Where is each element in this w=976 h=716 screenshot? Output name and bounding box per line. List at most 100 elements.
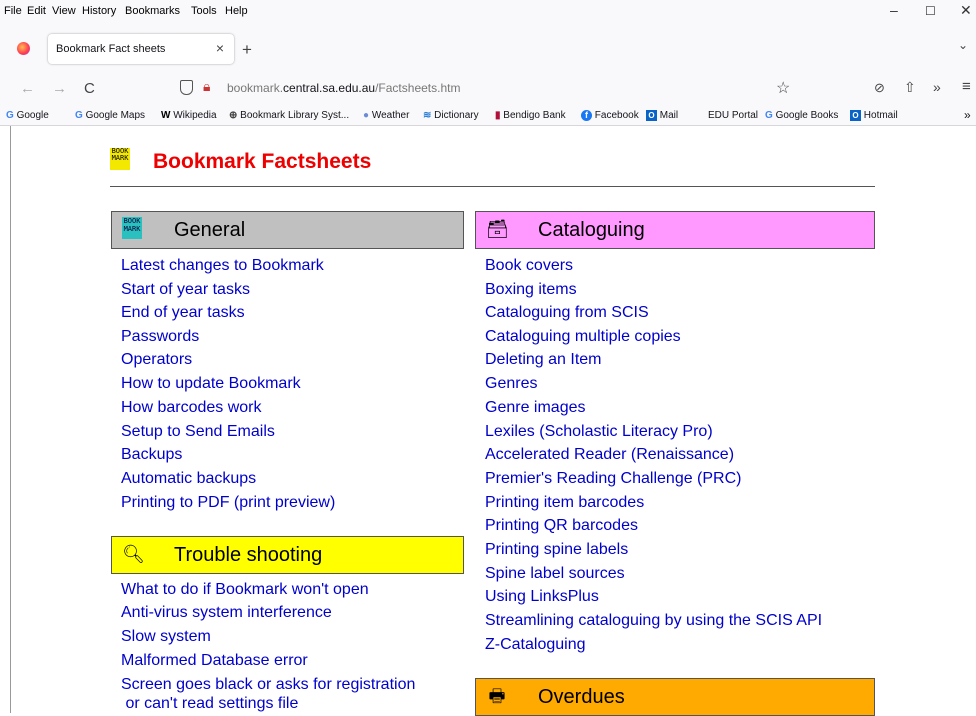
link-barcodes[interactable]: How barcodes work [121, 399, 262, 417]
section-trouble-title: Trouble shooting [174, 544, 323, 566]
bookmarks-overflow-icon[interactable]: » [964, 108, 971, 122]
bookmark-label: Bendigo Bank [503, 110, 566, 121]
wikipedia-icon: W [161, 110, 171, 121]
minimize-button[interactable]: – [890, 2, 898, 18]
bank-icon: ▮ [495, 110, 501, 121]
link-backups[interactable]: Backups [121, 446, 182, 464]
bookmarks-toolbar: G Google G Google Maps W Wikipedia ⊕ Boo… [0, 107, 976, 125]
bookmark-weather[interactable]: ● Weather [363, 110, 409, 121]
menu-view[interactable]: View [52, 5, 76, 17]
link-antivirus[interactable]: Anti-virus system interference [121, 604, 332, 622]
bookmark-bendigo-bank[interactable]: ▮ Bendigo Bank [495, 110, 566, 121]
tab-bookmark-fact-sheets[interactable]: Bookmark Fact sheets × [48, 34, 234, 64]
link-automatic-backups[interactable]: Automatic backups [121, 470, 256, 488]
bookmark-label: EDU Portal [708, 110, 759, 121]
bookmark-label: Facebook [594, 110, 639, 121]
menu-file[interactable]: File [4, 5, 22, 17]
link-printing-pdf[interactable]: Printing to PDF (print preview) [121, 494, 335, 512]
bookmark-facebook[interactable]: f Facebook [581, 110, 639, 121]
link-start-of-year[interactable]: Start of year tasks [121, 281, 250, 299]
menu-bookmarks[interactable]: Bookmarks [125, 5, 180, 17]
url-prefix: bookmark. [227, 81, 284, 95]
link-slow-system[interactable]: Slow system [121, 628, 211, 646]
link-qr-barcodes[interactable]: Printing QR barcodes [485, 517, 638, 535]
link-malformed-db[interactable]: Malformed Database error [121, 652, 308, 670]
link-screen-black[interactable]: Screen goes black or asks for registrati… [121, 676, 415, 694]
link-latest-changes[interactable]: Latest changes to Bookmark [121, 257, 324, 275]
link-update-bookmark[interactable]: How to update Bookmark [121, 375, 301, 393]
link-passwords[interactable]: Passwords [121, 328, 199, 346]
link-cataloguing-scis[interactable]: Cataloguing from SCIS [485, 304, 649, 322]
bookmark-mail[interactable]: O Mail [646, 110, 678, 121]
google-icon: G [765, 110, 773, 121]
app-menu-icon[interactable]: ≡ [962, 78, 971, 95]
link-boxing-items[interactable]: Boxing items [485, 281, 577, 299]
url-bar[interactable]: 🔒︎ bookmark.central.sa.edu.au/Factsheets… [170, 73, 818, 103]
link-linksplus[interactable]: Using LinksPlus [485, 588, 599, 606]
bookmark-dictionary[interactable]: ≋ Dictionary [423, 110, 479, 121]
link-settings-file[interactable]: or can't read settings file [121, 695, 298, 713]
tab-strip: Bookmark Fact sheets × + ⌄ [0, 30, 976, 68]
browser-chrome: File Edit View History Bookmarks Tools H… [0, 0, 976, 126]
magnifier-icon: 🔍︎ [122, 544, 145, 564]
close-tab-icon[interactable]: × [216, 40, 224, 56]
share-icon[interactable]: ⇧ [904, 79, 916, 96]
overflow-icon[interactable]: » [933, 79, 941, 95]
section-general-header: BOOK MARK General [111, 211, 464, 249]
url-path: /Factsheets.htm [375, 81, 461, 95]
bookmark-google[interactable]: G Google [6, 110, 49, 121]
link-accelerated-reader[interactable]: Accelerated Reader (Renaissance) [485, 446, 734, 464]
bookmark-label: Weather [371, 110, 410, 121]
bookmark-label: Mail [659, 110, 679, 121]
star-icon[interactable]: ☆ [776, 78, 790, 98]
bookmark-label: Google Maps [85, 110, 146, 121]
forward-button[interactable]: → [52, 80, 67, 97]
bookmark-library-system[interactable]: ⊕ Bookmark Library Syst... [229, 110, 349, 121]
link-genres[interactable]: Genres [485, 375, 537, 393]
outlook-icon: O [850, 110, 861, 121]
close-window-button[interactable]: ✕ [960, 2, 972, 19]
insecure-lock-icon: 🔒︎ [203, 78, 211, 94]
menu-bar: File Edit View History Bookmarks Tools H… [0, 0, 976, 22]
maximize-button[interactable]: ☐ [925, 4, 936, 18]
link-multiple-copies[interactable]: Cataloguing multiple copies [485, 328, 681, 346]
google-icon: G [75, 110, 83, 121]
link-genre-images[interactable]: Genre images [485, 399, 586, 417]
bookmark-edu-portal[interactable]: EDU Portal [708, 110, 758, 121]
firefox-icon [17, 42, 30, 55]
logo-text: BOOK MARK [111, 147, 129, 162]
link-item-barcodes[interactable]: Printing item barcodes [485, 494, 644, 512]
bookmark-google-maps[interactable]: G Google Maps [75, 110, 145, 121]
google-icon: G [6, 110, 14, 121]
bookmark-hotmail[interactable]: O Hotmail [850, 110, 898, 121]
link-scis-api[interactable]: Streamlining cataloguing by using the SC… [485, 612, 822, 630]
bookmark-label: Google Books [775, 110, 839, 121]
card-catalogue-icon: 🗃︎ [486, 219, 509, 239]
back-button[interactable]: ← [20, 80, 35, 97]
link-end-of-year[interactable]: End of year tasks [121, 304, 245, 322]
link-spine-labels[interactable]: Printing spine labels [485, 541, 628, 559]
reload-button[interactable]: C [84, 80, 95, 97]
link-deleting-item[interactable]: Deleting an Item [485, 351, 602, 369]
new-tab-button[interactable]: + [242, 40, 252, 60]
link-spine-sources[interactable]: Spine label sources [485, 565, 625, 583]
link-send-emails[interactable]: Setup to Send Emails [121, 423, 275, 441]
link-operators[interactable]: Operators [121, 351, 192, 369]
dictionary-icon: ≋ [423, 110, 432, 121]
link-z-cataloguing[interactable]: Z-Cataloguing [485, 636, 586, 654]
bookmark-google-books[interactable]: G Google Books [765, 110, 838, 121]
link-wont-open[interactable]: What to do if Bookmark won't open [121, 581, 369, 599]
tab-title: Bookmark Fact sheets [56, 43, 166, 55]
menu-tools[interactable]: Tools [191, 5, 217, 17]
link-book-covers[interactable]: Book covers [485, 257, 573, 275]
menu-help[interactable]: Help [225, 5, 248, 17]
bookmark-label: Wikipedia [173, 110, 217, 121]
link-lexiles[interactable]: Lexiles (Scholastic Literacy Pro) [485, 423, 713, 441]
menu-history[interactable]: History [82, 5, 116, 17]
bookmark-wikipedia[interactable]: W Wikipedia [161, 110, 217, 121]
section-cataloguing-title: Cataloguing [538, 219, 645, 241]
list-tabs-icon[interactable]: ⌄ [958, 38, 968, 52]
link-prc[interactable]: Premier's Reading Challenge (PRC) [485, 470, 742, 488]
pocket-icon[interactable]: ⊘ [874, 80, 885, 96]
menu-edit[interactable]: Edit [27, 5, 46, 17]
